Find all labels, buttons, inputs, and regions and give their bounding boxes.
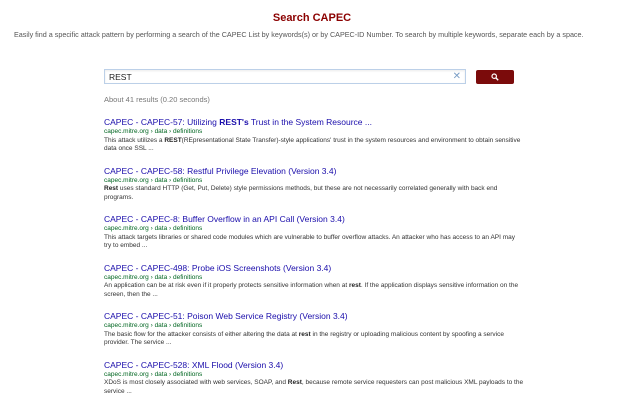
result-title-link[interactable]: CAPEC - CAPEC-8: Buffer Overflow in an A…: [104, 214, 524, 225]
result-title-link[interactable]: CAPEC - CAPEC-498: Probe iOS Screenshots…: [104, 263, 524, 274]
result-item: CAPEC - CAPEC-528: XML Flood (Version 3.…: [104, 360, 524, 408]
result-snippet: An application can be at risk even if it…: [104, 282, 524, 300]
result-breadcrumb: capec.mitre.org › data › definitions: [104, 274, 524, 283]
result-title-link[interactable]: CAPEC - CAPEC-57: Utilizing REST's Trust…: [104, 117, 524, 128]
page-title: Search CAPEC: [0, 12, 624, 24]
result-item: CAPEC - CAPEC-58: Restful Privilege Elev…: [104, 166, 524, 215]
result-breadcrumb: capec.mitre.org › data › definitions: [104, 322, 524, 331]
results-list: CAPEC - CAPEC-57: Utilizing REST's Trust…: [104, 117, 524, 408]
result-snippet: Rest uses standard HTTP (Get, Put, Delet…: [104, 185, 524, 203]
result-breadcrumb: capec.mitre.org › data › definitions: [104, 225, 524, 234]
page-description: Easily find a specific attack pattern by…: [14, 30, 610, 41]
result-item: CAPEC - CAPEC-498: Probe iOS Screenshots…: [104, 263, 524, 312]
result-title-link[interactable]: CAPEC - CAPEC-528: XML Flood (Version 3.…: [104, 360, 524, 371]
result-title-link[interactable]: CAPEC - CAPEC-58: Restful Privilege Elev…: [104, 166, 524, 177]
result-breadcrumb: capec.mitre.org › data › definitions: [104, 371, 524, 380]
search-button[interactable]: [476, 70, 514, 84]
result-item: CAPEC - CAPEC-51: Poison Web Service Reg…: [104, 311, 524, 360]
result-snippet: The basic flow for the attacker consists…: [104, 331, 524, 349]
results-summary: About 41 results (0.20 seconds): [104, 95, 210, 104]
result-snippet: XDoS is most closely associated with web…: [104, 379, 524, 397]
clear-search-icon[interactable]: ✕: [453, 70, 461, 83]
result-breadcrumb: capec.mitre.org › data › definitions: [104, 177, 524, 186]
result-snippet: This attack targets libraries or shared …: [104, 234, 524, 252]
search-input[interactable]: [109, 70, 439, 83]
result-snippet: This attack utilizes a REST(REpresentati…: [104, 137, 524, 155]
result-breadcrumb: capec.mitre.org › data › definitions: [104, 128, 524, 137]
search-icon: [491, 73, 499, 81]
search-box: ✕: [104, 69, 466, 84]
result-title-link[interactable]: CAPEC - CAPEC-51: Poison Web Service Reg…: [104, 311, 524, 322]
result-item: CAPEC - CAPEC-8: Buffer Overflow in an A…: [104, 214, 524, 263]
result-item: CAPEC - CAPEC-57: Utilizing REST's Trust…: [104, 117, 524, 166]
